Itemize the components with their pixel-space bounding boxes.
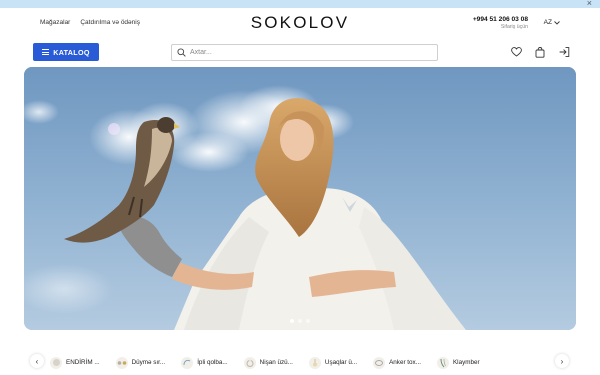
slider-dot-1[interactable] — [290, 319, 294, 323]
category-label: ENDİRİM ... — [66, 359, 100, 366]
catalog-button[interactable]: KATALOQ — [33, 43, 99, 61]
catalog-label: KATALOQ — [53, 47, 90, 57]
anchor-chain-thumb-icon — [373, 356, 386, 369]
category-label: İpli qolba... — [197, 359, 228, 366]
carousel-next-button[interactable]: › — [555, 354, 569, 368]
slider-dots — [24, 319, 576, 323]
topbar: Mağazalar Çatdırılma və ödəniş SOKOLOV +… — [0, 8, 600, 38]
category-carousel: ‹ ENDİRİM ... Düymə sır... İpli qolba...… — [0, 350, 600, 375]
language-selector[interactable]: AZ — [544, 19, 560, 26]
search-input[interactable] — [190, 49, 430, 56]
heart-icon[interactable] — [510, 46, 522, 58]
category-item-string-bracelets[interactable]: İpli qolba... — [173, 356, 235, 369]
promo-strip: × — [0, 0, 600, 8]
phone-block[interactable]: +994 51 206 03 08 Sifariş üçün — [473, 16, 528, 30]
cart-icon[interactable] — [534, 46, 546, 58]
category-list: ENDİRİM ... Düymə sır... İpli qolba... N… — [42, 350, 548, 375]
hero-image — [24, 67, 576, 330]
engagement-ring-thumb-icon — [243, 356, 256, 369]
phone-caption: Sifariş üçün — [500, 24, 528, 30]
kids-jewelry-thumb-icon — [308, 356, 321, 369]
search-box[interactable] — [171, 44, 438, 61]
climber-earring-thumb-icon — [436, 356, 449, 369]
chevron-right-icon: › — [560, 356, 564, 366]
slider-dot-2[interactable] — [298, 319, 302, 323]
category-item-anchor-chain[interactable]: Anker tox... — [365, 356, 429, 369]
language-label: AZ — [543, 19, 552, 26]
category-item-kids[interactable]: Uşaqlar ü... — [301, 356, 365, 369]
category-label: Anker tox... — [389, 359, 421, 366]
chevron-down-icon — [554, 20, 560, 25]
slider-dot-3[interactable] — [306, 319, 310, 323]
category-item-stud-earrings[interactable]: Düymə sır... — [108, 356, 174, 369]
category-item-engagement-rings[interactable]: Nişan üzü... — [236, 356, 301, 369]
string-bracelet-thumb-icon — [181, 356, 194, 369]
category-item-climber[interactable]: Klaymber — [429, 356, 488, 369]
chevron-left-icon: ‹ — [35, 356, 39, 366]
search-icon — [177, 48, 186, 57]
stud-earring-thumb-icon — [115, 356, 128, 369]
category-label: Klaymber — [452, 359, 480, 366]
category-label: Düymə sır... — [131, 359, 166, 366]
nav-icons — [510, 46, 570, 58]
category-item-sale[interactable]: ENDİRİM ... — [42, 356, 108, 369]
sale-thumb-icon — [50, 356, 62, 369]
category-label: Uşaqlar ü... — [324, 359, 358, 366]
hero-banner[interactable] — [24, 67, 576, 330]
menu-icon — [42, 49, 50, 55]
login-icon[interactable] — [558, 46, 570, 58]
navbar: KATALOQ — [0, 40, 600, 66]
phone-number[interactable]: +994 51 206 03 08 — [473, 16, 528, 23]
category-label: Nişan üzü... — [259, 359, 293, 366]
